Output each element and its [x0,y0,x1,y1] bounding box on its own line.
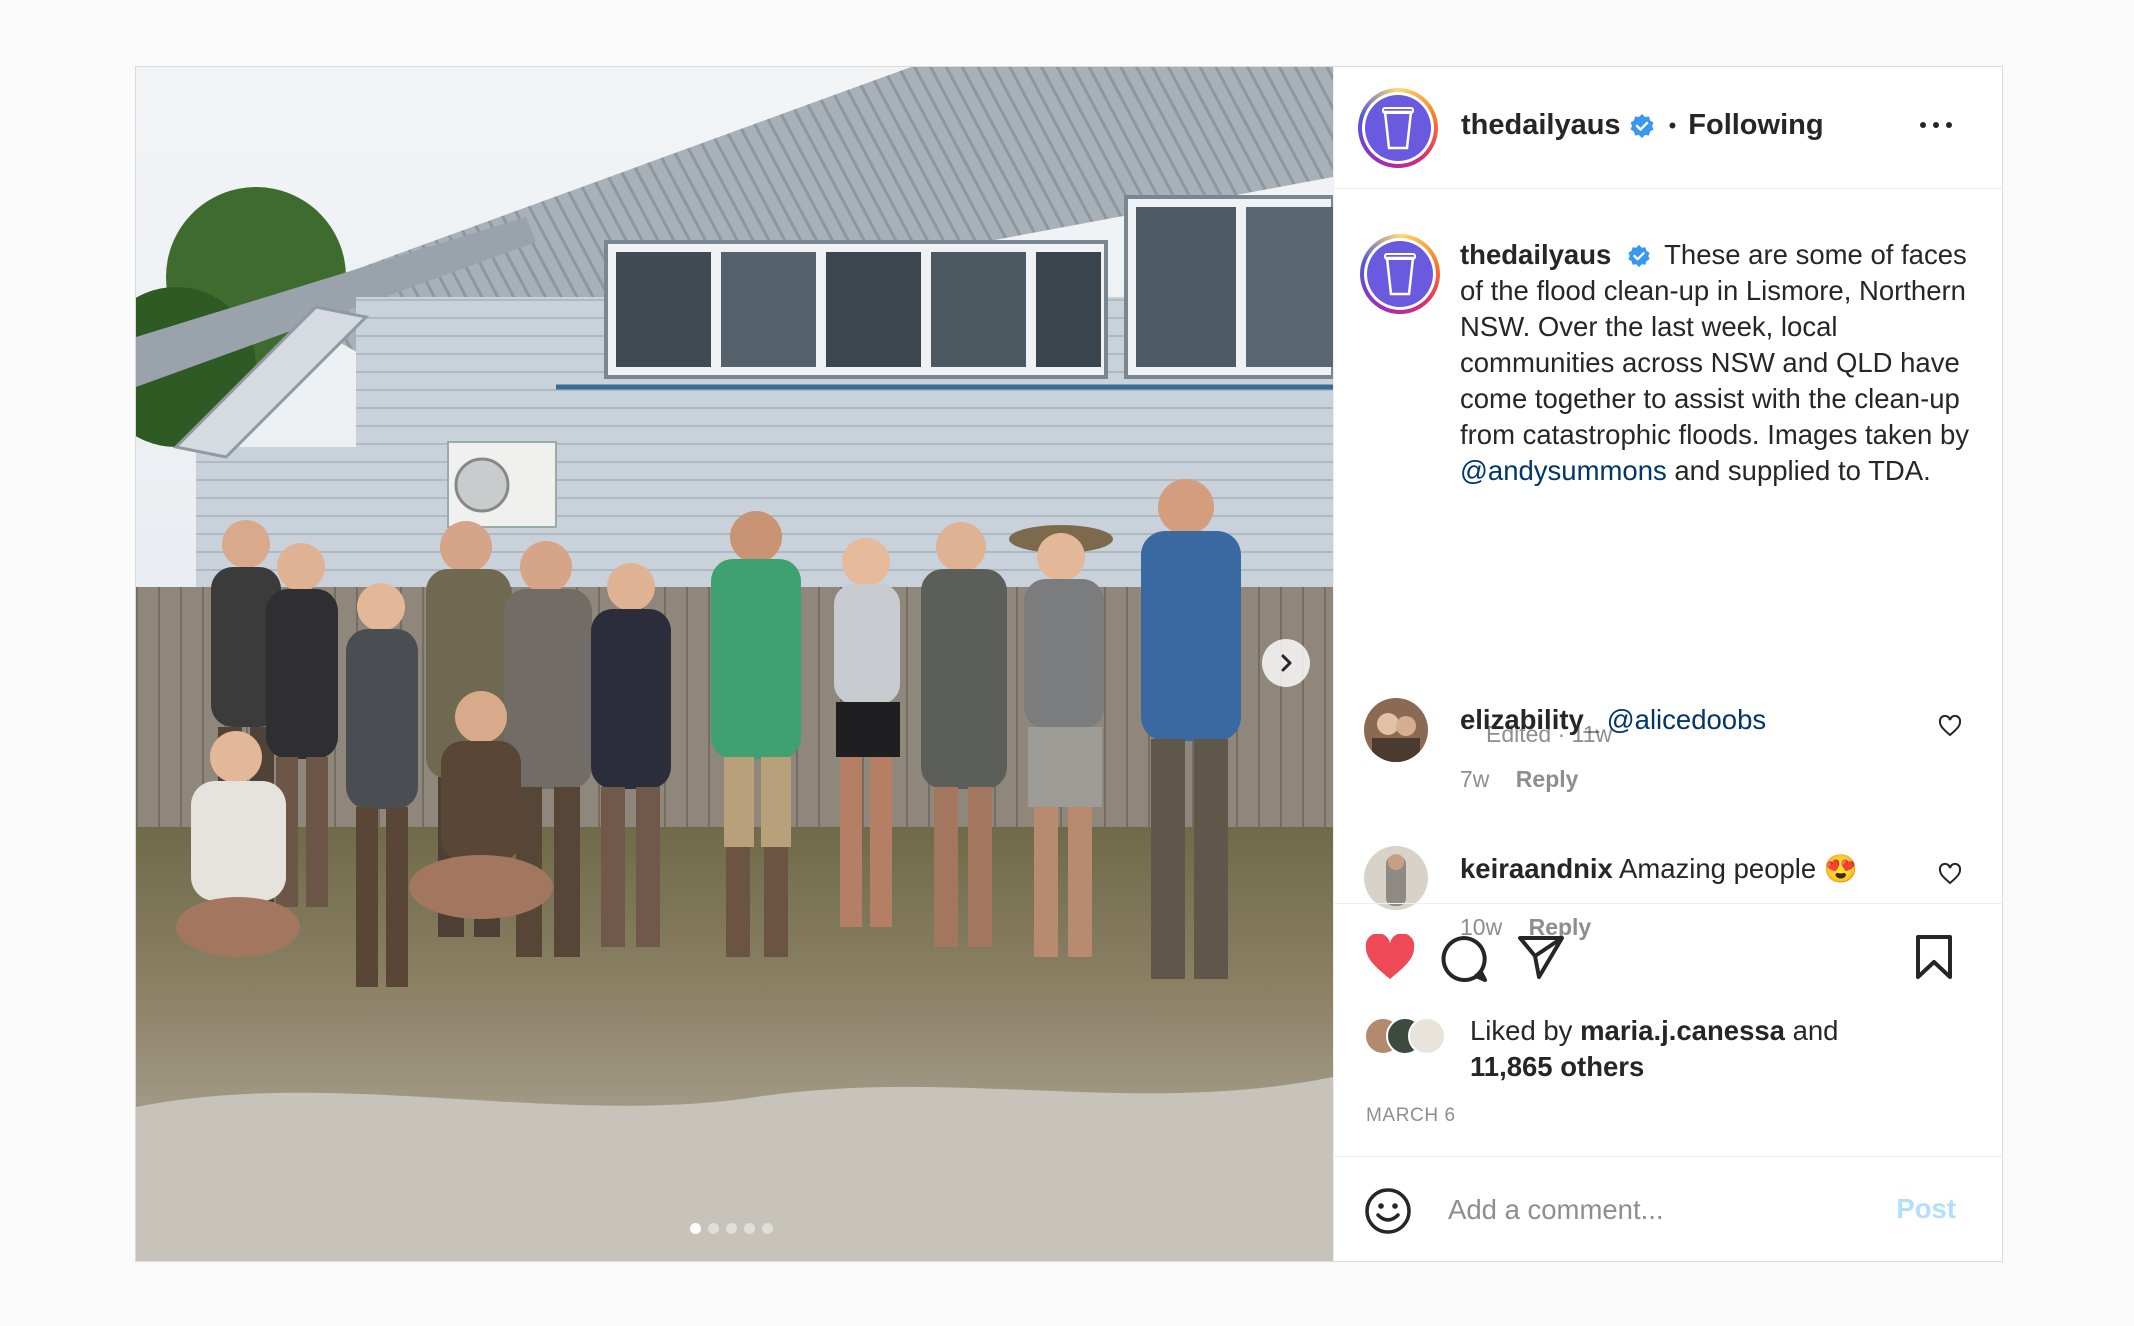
caption-username[interactable]: thedailyaus [1460,239,1611,270]
liked-by-text: Liked by maria.j.canessa and 11,865 othe… [1470,1015,1839,1082]
flood-cleanup-group-photo [136,67,1333,1261]
ellipsis-icon [1920,122,1926,128]
smiley-icon[interactable] [1364,1187,1412,1235]
action-bar [1334,903,2002,982]
next-image-button[interactable] [1262,639,1310,687]
post-comment-button[interactable]: Post [1896,1193,1956,1225]
post-sidebar: thedailyaus • Following thedailyaus Thes… [1333,67,2002,1261]
daily-aus-cup-logo-icon [1382,107,1414,150]
more-options-button[interactable] [1920,122,1952,128]
comment-meta: 7w Reply [1460,766,1578,793]
comment-username[interactable]: elizability_ [1460,704,1599,735]
carousel-dot [726,1223,737,1234]
likes-count-link[interactable]: 11,865 others [1470,1051,1644,1082]
comment-item: elizability_ @alicedoobs 7w Reply [1364,698,1982,808]
carousel-indicator [690,1223,773,1234]
instagram-post-dialog: thedailyaus • Following thedailyaus Thes… [135,66,2003,1262]
liked-by-user-link[interactable]: maria.j.canessa [1580,1015,1785,1046]
comment-body: keiraandnix Amazing people 😍 [1460,852,1858,885]
comment-mention-link[interactable]: @alicedoobs [1607,704,1766,735]
author-avatar[interactable] [1358,88,1438,168]
post-date: MARCH 6 [1366,1105,1456,1126]
comment-bubble-icon[interactable] [1439,934,1489,984]
following-button[interactable]: Following [1688,109,1823,142]
chevron-right-icon [1281,654,1292,672]
comment-time: 7w [1460,766,1490,792]
user-photo-icon [1364,846,1428,910]
bookmark-icon[interactable] [1914,934,1954,980]
carousel-dot [690,1223,701,1234]
comment-composer: Post [1334,1156,2002,1261]
comment-avatar[interactable] [1364,698,1428,762]
like-comment-heart-icon[interactable] [1938,714,1962,738]
like-comment-heart-icon[interactable] [1938,862,1962,886]
comment-username[interactable]: keiraandnix [1460,853,1613,884]
comment-input[interactable] [1446,1181,1910,1239]
comment-text: Amazing people 😍 [1618,853,1859,884]
caption-text: thedailyaus These are some of faces of t… [1460,237,1980,489]
post-photo[interactable] [136,67,1333,1261]
carousel-dot [708,1223,719,1234]
separator-dot: • [1668,112,1677,138]
heart-filled-icon[interactable] [1364,934,1416,982]
liked-by-avatars[interactable] [1364,1017,1446,1057]
verified-badge-icon [1628,244,1650,268]
caption-tail: and supplied to TDA. [1674,455,1931,486]
carousel-dot [744,1223,755,1234]
author-username[interactable]: thedailyaus [1461,109,1621,142]
comment-avatar[interactable] [1364,846,1428,910]
user-photo-icon [1364,698,1428,762]
carousel-dot [762,1223,773,1234]
caption-mention-link[interactable]: @andysummons [1460,455,1667,486]
reply-button[interactable]: Reply [1516,766,1579,792]
comment-body: elizability_ @alicedoobs [1460,704,1766,736]
header-user: thedailyaus • Following [1461,109,1824,142]
post-header: thedailyaus • Following [1334,67,2002,189]
verified-badge-icon [1630,113,1654,138]
paper-plane-icon[interactable] [1517,934,1565,980]
caption-author-avatar[interactable] [1360,234,1440,314]
daily-aus-cup-logo-icon [1384,253,1416,296]
caption-body: These are some of faces of the flood cle… [1460,239,1969,450]
